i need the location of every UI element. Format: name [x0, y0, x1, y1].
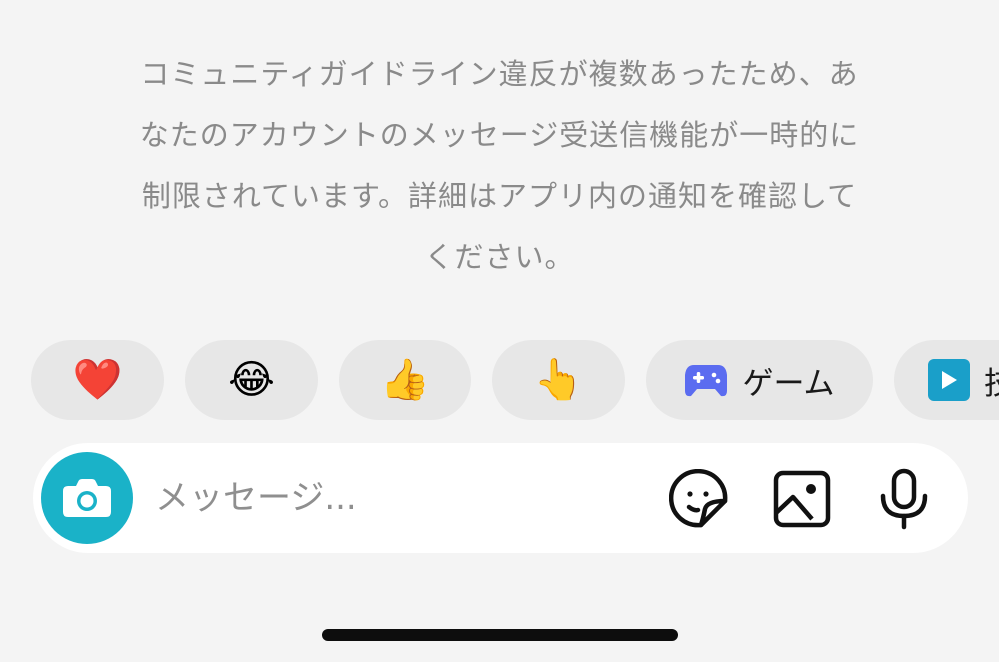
quick-reply-game[interactable]: ゲーム — [646, 340, 873, 420]
thumbs-up-icon: 👍 — [380, 357, 430, 403]
image-icon — [773, 470, 831, 528]
message-composer — [33, 443, 968, 553]
quick-reply-bar: ❤️ 😂 👍 👆 ゲーム 技 — [31, 340, 999, 420]
notice-line: コミュニティガイドライン違反が複数あったため、あ — [140, 57, 859, 91]
voice-button[interactable] — [873, 468, 935, 530]
quick-reply-thumbs-up[interactable]: 👍 — [339, 340, 471, 420]
video-play-icon — [928, 359, 970, 401]
home-indicator — [322, 629, 678, 641]
pointing-up-icon: 👆 — [533, 357, 584, 403]
microphone-icon — [880, 468, 928, 530]
notice-line: ください。 — [424, 240, 575, 274]
quick-reply-video[interactable]: 技 — [894, 340, 999, 420]
laughing-tears-icon: 😂 — [228, 357, 275, 403]
quick-reply-laugh[interactable]: 😂 — [185, 340, 318, 420]
restriction-notice: コミュニティガイドライン違反が複数あったため、あ なたのアカウントのメッセージ受… — [0, 44, 999, 288]
notice-line: 制限されています。詳細はアプリ内の通知を確認して — [141, 179, 858, 213]
gallery-button[interactable] — [771, 468, 833, 530]
quick-reply-pointing[interactable]: 👆 — [492, 340, 625, 420]
heart-icon: ❤️ — [72, 357, 123, 403]
camera-button[interactable] — [41, 452, 133, 544]
sticker-button[interactable] — [668, 468, 730, 530]
sticker-icon — [669, 469, 728, 528]
game-chip-label: ゲーム — [742, 365, 835, 402]
game-controller-icon — [685, 365, 728, 397]
quick-reply-heart[interactable]: ❤️ — [31, 340, 164, 420]
video-chip-label: 技 — [984, 358, 999, 403]
camera-icon — [63, 479, 111, 517]
notice-line: なたのアカウントのメッセージ受送信機能が一時的に — [139, 118, 860, 152]
message-input[interactable] — [155, 471, 635, 525]
